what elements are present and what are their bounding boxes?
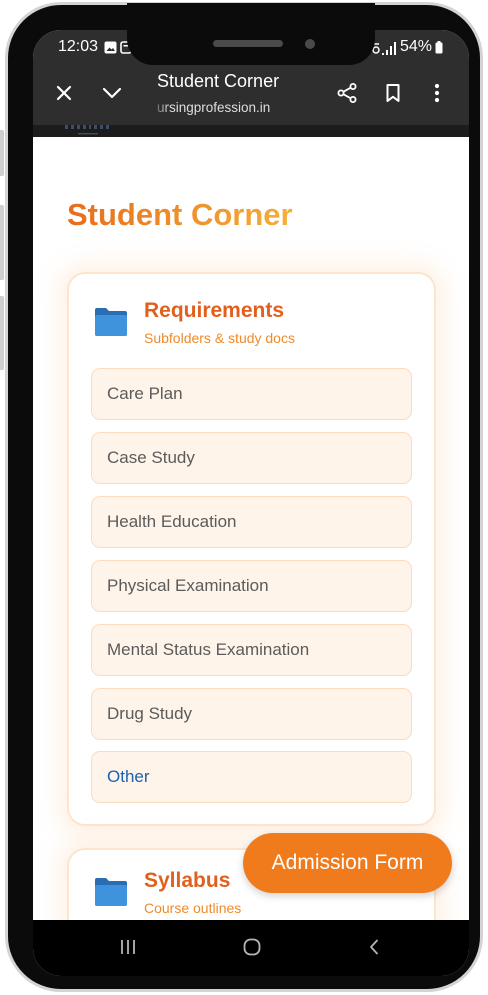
site-logo[interactable]	[65, 125, 111, 137]
close-icon	[55, 84, 73, 102]
earpiece-speaker	[213, 40, 283, 47]
gallery-notification-icon	[104, 41, 117, 54]
section-subtitle: Course outlines	[144, 900, 242, 916]
system-nav-bar	[33, 920, 469, 976]
share-button[interactable]	[336, 82, 358, 104]
close-tab-button[interactable]	[55, 84, 73, 102]
folder-item-other[interactable]: Other	[91, 751, 412, 803]
folder-item-care-plan[interactable]: Care Plan	[91, 368, 412, 420]
status-time: 12:03	[58, 38, 99, 55]
share-icon	[336, 82, 358, 104]
battery-icon	[435, 41, 443, 54]
phone-volume-down-button	[0, 296, 4, 370]
page-title: Student Corner	[67, 197, 293, 232]
section-header-requirements[interactable]: Requirements Subfolders & study docs	[89, 292, 409, 348]
recent-apps-icon	[120, 939, 136, 955]
home-button[interactable]	[243, 938, 261, 956]
home-icon	[243, 938, 261, 956]
tab-url[interactable]: ursingprofession.in	[157, 100, 270, 116]
signal-icon	[371, 40, 399, 56]
section-title: Requirements	[144, 299, 285, 322]
admission-form-button[interactable]: Admission Form	[243, 833, 452, 893]
minimize-tab-button[interactable]	[102, 87, 122, 99]
folder-item-mental-status-examination[interactable]: Mental Status Examination	[91, 624, 412, 676]
section-title: Syllabus	[144, 869, 231, 892]
phone-volume-up-button	[0, 205, 4, 280]
battery-percentage: 54%	[400, 38, 433, 55]
folder-icon	[93, 306, 129, 338]
back-button[interactable]	[369, 939, 379, 955]
phone-side-button	[0, 130, 4, 176]
bookmark-button[interactable]	[384, 83, 402, 103]
phone-screen: 12:03 54% Student Corner ursingprofessio…	[33, 30, 469, 976]
site-header	[33, 125, 469, 137]
camera-notch	[127, 3, 375, 65]
folder-item-case-study[interactable]: Case Study	[91, 432, 412, 484]
folder-item-drug-study[interactable]: Drug Study	[91, 688, 412, 740]
folder-item-physical-examination[interactable]: Physical Examination	[91, 560, 412, 612]
back-icon	[369, 939, 379, 955]
front-camera	[305, 39, 315, 49]
more-options-button[interactable]	[434, 83, 440, 103]
folder-item-health-education[interactable]: Health Education	[91, 496, 412, 548]
more-vert-icon	[434, 83, 440, 103]
recent-apps-button[interactable]	[120, 939, 136, 955]
tab-title: Student Corner	[157, 71, 280, 91]
bookmark-icon	[384, 83, 402, 103]
page-content[interactable]: Student Corner Requirements Subfolders &…	[33, 137, 469, 920]
folder-icon	[93, 876, 129, 908]
section-subtitle: Subfolders & study docs	[144, 330, 295, 346]
section-card-requirements: Requirements Subfolders & study docs Car…	[67, 272, 436, 826]
chevron-down-icon	[102, 87, 122, 99]
